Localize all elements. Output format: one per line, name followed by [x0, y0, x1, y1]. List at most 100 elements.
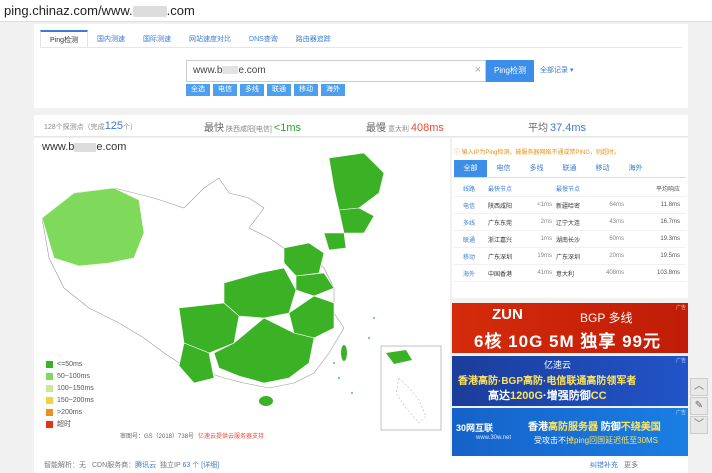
table-cell: 中国香港	[488, 271, 513, 278]
fastest-value: <1ms	[273, 122, 302, 134]
isp-tab-all[interactable]: 全部	[454, 160, 487, 177]
results-panel: ⓘ 输入IP为Ping检测，被服务器网络不通或禁PING，则超时。 全部 电信 …	[452, 138, 688, 298]
latency-legend: <=50ms 50~100ms 100~150ms 150~200ms >200ms 超时	[46, 358, 94, 430]
table-cell: 广东深圳	[488, 254, 513, 261]
region-hainan[interactable]	[259, 396, 273, 406]
ad-banner-zun[interactable]: ZUN BGP 多线 6核 10G 5M 独享 99元 广告	[452, 303, 688, 353]
legend-item: 150~200ms	[46, 394, 94, 406]
ip-detail-link[interactable]: [详细]	[201, 462, 219, 469]
isp-tab-overseas[interactable]: 海外	[619, 160, 652, 177]
filter-unicom[interactable]: 联通	[267, 84, 291, 96]
region-liaoning[interactable]	[323, 232, 347, 251]
url-prefix: ping.chinaz.com/www.	[4, 3, 133, 18]
table-cell: 41ms	[537, 270, 552, 276]
ad3-headline: 香港高防服务器 防御不绕美国	[528, 418, 661, 433]
ad2-offer-c: ·增强防御	[543, 390, 591, 402]
notice-text: ⓘ 输入IP为Ping检测，被服务器网络不通或禁PING，则超时。	[454, 147, 620, 156]
filter-mobile[interactable]: 移动	[294, 84, 318, 96]
ip-label: 独立IP	[160, 462, 181, 469]
table-cell: 平均响应	[655, 186, 680, 193]
map-sponsor[interactable]: 亿速云提供云服务器支持	[198, 431, 264, 440]
filter-overseas[interactable]: 海外	[321, 84, 345, 96]
table-row: 电信 陕西咸阳 <1ms 新疆哈密 64ms 11.8ms	[454, 197, 686, 214]
tab-divider	[40, 47, 682, 48]
table-row: 联通 浙江嘉兴 1ms 湖南长沙 60ms 19.3ms	[454, 231, 686, 248]
map-host-prefix: www.b	[42, 141, 75, 153]
results-table: 线路 最快节点 最慢节点 平均响应 电信 陕西咸阳 <1ms 新疆哈密 64ms 11.8ms 多线…	[454, 180, 686, 282]
table-cell: 60ms	[609, 236, 624, 242]
china-map	[41, 152, 442, 431]
legend-item: <=50ms	[46, 358, 94, 370]
ad3-h-a: 香港	[528, 422, 548, 433]
ad3-h-c: 防御	[598, 422, 621, 433]
isp-tab-multiline[interactable]: 多线	[520, 160, 553, 177]
ad1-title: BGP 多线	[580, 311, 633, 325]
stats-bar: 128个探测点（完成125个） 最快 陕西咸阳[电信] <1ms 最慢 意大利 …	[34, 115, 688, 137]
tab-speed-compare[interactable]: 网站速度对比	[180, 30, 240, 48]
map-approval-number: 审图号：GS（2018）738号	[120, 434, 195, 440]
clear-icon[interactable]: ×	[475, 64, 481, 76]
table-cell: 2ms	[540, 219, 552, 225]
ad-tag: 广告	[675, 358, 686, 364]
host-input[interactable]: www.b e.com ×	[186, 60, 486, 82]
ad-banner-yisu[interactable]: 亿速云 香港高防·BGP高防·电信联通高防领军者 高达1200G·增强防御CC …	[452, 356, 688, 406]
legend-label: >200ms	[57, 408, 83, 416]
ad-banner-30w[interactable]: 30网互联 www.30w.net 香港高防服务器 防御不绕美国 受攻击不掉pi…	[452, 408, 688, 458]
table-cell: 广东深圳	[556, 254, 581, 261]
correction-link[interactable]: 纠错补充	[590, 460, 618, 470]
ping-button[interactable]: Ping检测	[486, 60, 534, 82]
table-cell[interactable]: 联通	[454, 235, 484, 244]
filter-all[interactable]: 全选	[186, 84, 210, 96]
table-cell[interactable]: 移动	[454, 252, 484, 261]
legend-label: 100~150ms	[57, 384, 94, 392]
ip-count: 独立IP 63 个 [详细]	[160, 460, 219, 470]
fastest-stat: 最快 陕西咸阳[电信] <1ms	[204, 119, 301, 134]
scroll-up-icon[interactable]: ︿	[690, 378, 708, 396]
region-xinjiang[interactable]	[41, 187, 145, 267]
isp-tab-telecom[interactable]: 电信	[487, 160, 520, 177]
region-jilin[interactable]	[338, 207, 375, 234]
tool-tabs: Ping检测 国内测速 国际测速 网站速度对比 DNS查询 路由器追踪	[40, 30, 340, 48]
host-suffix: e.com	[238, 65, 266, 76]
history-dropdown[interactable]: 全部记录 ▾	[540, 65, 573, 75]
table-cell: 陕西咸阳	[488, 203, 513, 210]
table-cell[interactable]: 电信	[454, 201, 484, 210]
filter-multiline[interactable]: 多线	[240, 84, 264, 96]
ad3-url: www.30w.net	[476, 435, 512, 441]
notice-text-value: 输入IP为Ping检测，被服务器网络不通或禁PING，则超时。	[461, 150, 621, 156]
tab-international-speed[interactable]: 国际测速	[134, 30, 180, 48]
ad2-offer: 高达1200G·增强防御CC	[488, 387, 607, 403]
filter-telecom[interactable]: 电信	[213, 84, 237, 96]
ip-count-value: 63	[182, 462, 191, 469]
legend-swatch	[46, 384, 53, 392]
info-icon: ⓘ	[454, 150, 462, 156]
legend-label: <=50ms	[57, 360, 83, 368]
ad-tag: 广告	[675, 305, 686, 311]
table-cell[interactable]: 海外	[454, 269, 484, 278]
legend-swatch	[46, 408, 53, 416]
region-heilongjiang[interactable]	[328, 152, 385, 211]
cdn-label: CDN服务商：	[92, 462, 136, 469]
tab-dns[interactable]: DNS查询	[240, 30, 287, 48]
cdn-value[interactable]: 腾讯云	[135, 462, 156, 469]
slowest-location: 意大利	[387, 126, 409, 133]
url-bar[interactable]: ping.chinaz.com/www. .com	[0, 0, 712, 22]
table-row: 海外 中国香港 41ms 意大利 408ms 103.8ms	[454, 265, 686, 282]
feedback-icon[interactable]: ✎	[690, 397, 708, 415]
tab-domestic-speed[interactable]: 国内测速	[88, 30, 134, 48]
tab-ping[interactable]: Ping检测	[40, 30, 89, 48]
more-link[interactable]: 更多	[624, 460, 638, 470]
table-cell: 43ms	[609, 219, 624, 225]
tab-traceroute[interactable]: 路由器追踪	[287, 30, 340, 48]
table-cell: 16.7ms	[660, 219, 680, 225]
ad2-offer-b: 1200G	[510, 390, 544, 402]
table-cell: 湖南长沙	[556, 237, 581, 244]
ad2-offer-d: CC	[590, 390, 607, 402]
isp-tab-mobile[interactable]: 移动	[586, 160, 619, 177]
table-cell: 意大利	[556, 271, 575, 278]
isp-tab-unicom[interactable]: 联通	[553, 160, 586, 177]
table-cell: 辽宁大连	[556, 220, 581, 227]
scroll-down-icon[interactable]: ﹀	[690, 416, 708, 434]
region-taiwan[interactable]	[341, 345, 347, 361]
table-cell[interactable]: 多线	[454, 218, 484, 227]
